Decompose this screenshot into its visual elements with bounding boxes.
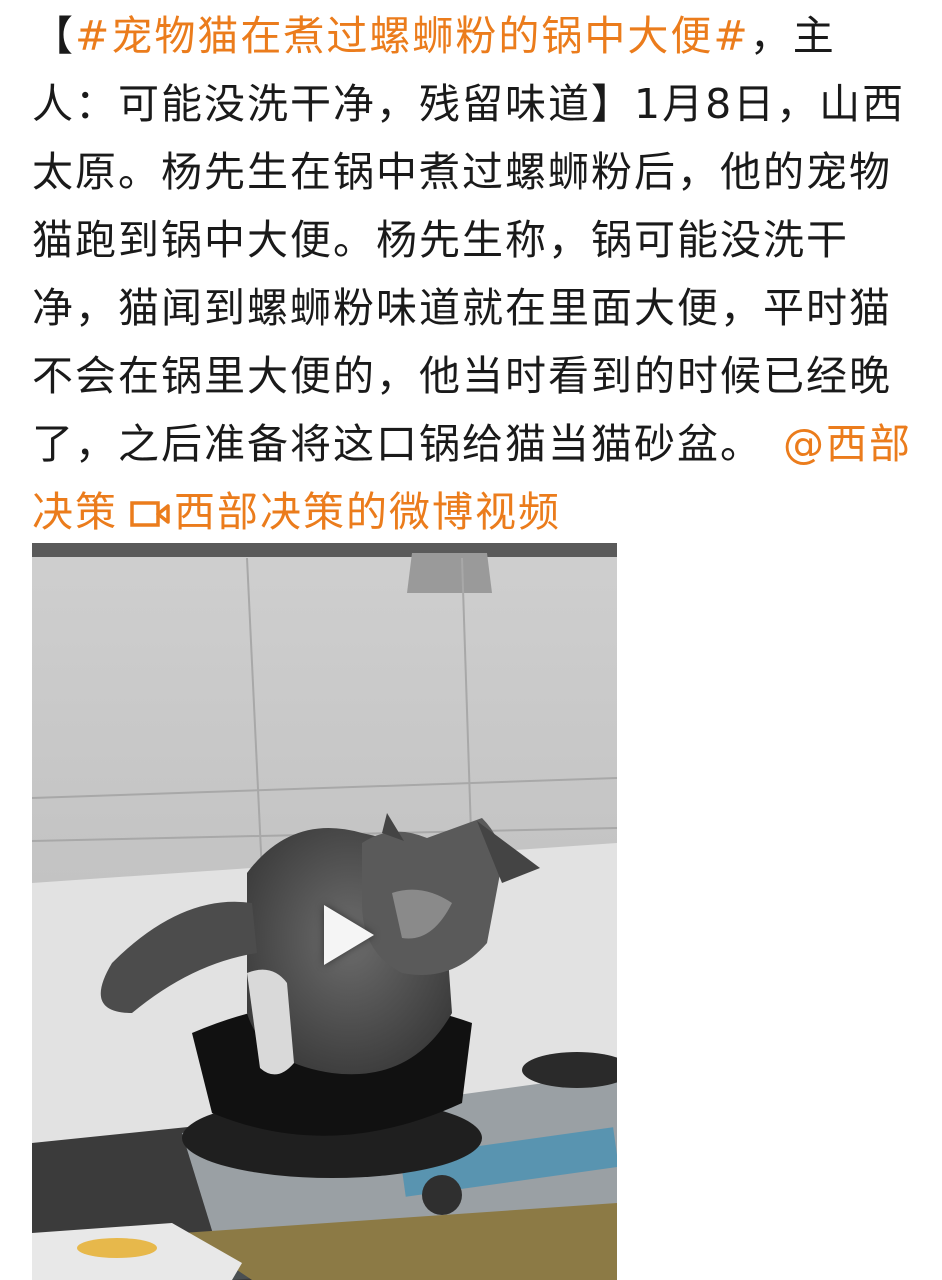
- video-link[interactable]: 西部决策的微博视频: [118, 488, 561, 536]
- bracket-open: 【: [32, 12, 75, 60]
- bracket-close: 】: [591, 80, 634, 128]
- video-link-label: 西部决策的微博视频: [174, 488, 561, 536]
- video-camera-icon: [130, 501, 170, 527]
- play-icon[interactable]: [324, 905, 374, 965]
- post-text: 【#宠物猫在煮过螺蛳粉的锅中大便#，主人：可能没洗干净，残留味道】1月8日，山西…: [32, 0, 912, 546]
- topic-hashtag-link[interactable]: #宠物猫在煮过螺蛳粉的锅中大便#: [75, 12, 750, 60]
- video-player[interactable]: [32, 543, 617, 1280]
- post-body: 1月8日，山西太原。杨先生在锅中煮过螺蛳粉后，他的宠物猫跑到锅中大便。杨先生称，…: [32, 80, 906, 468]
